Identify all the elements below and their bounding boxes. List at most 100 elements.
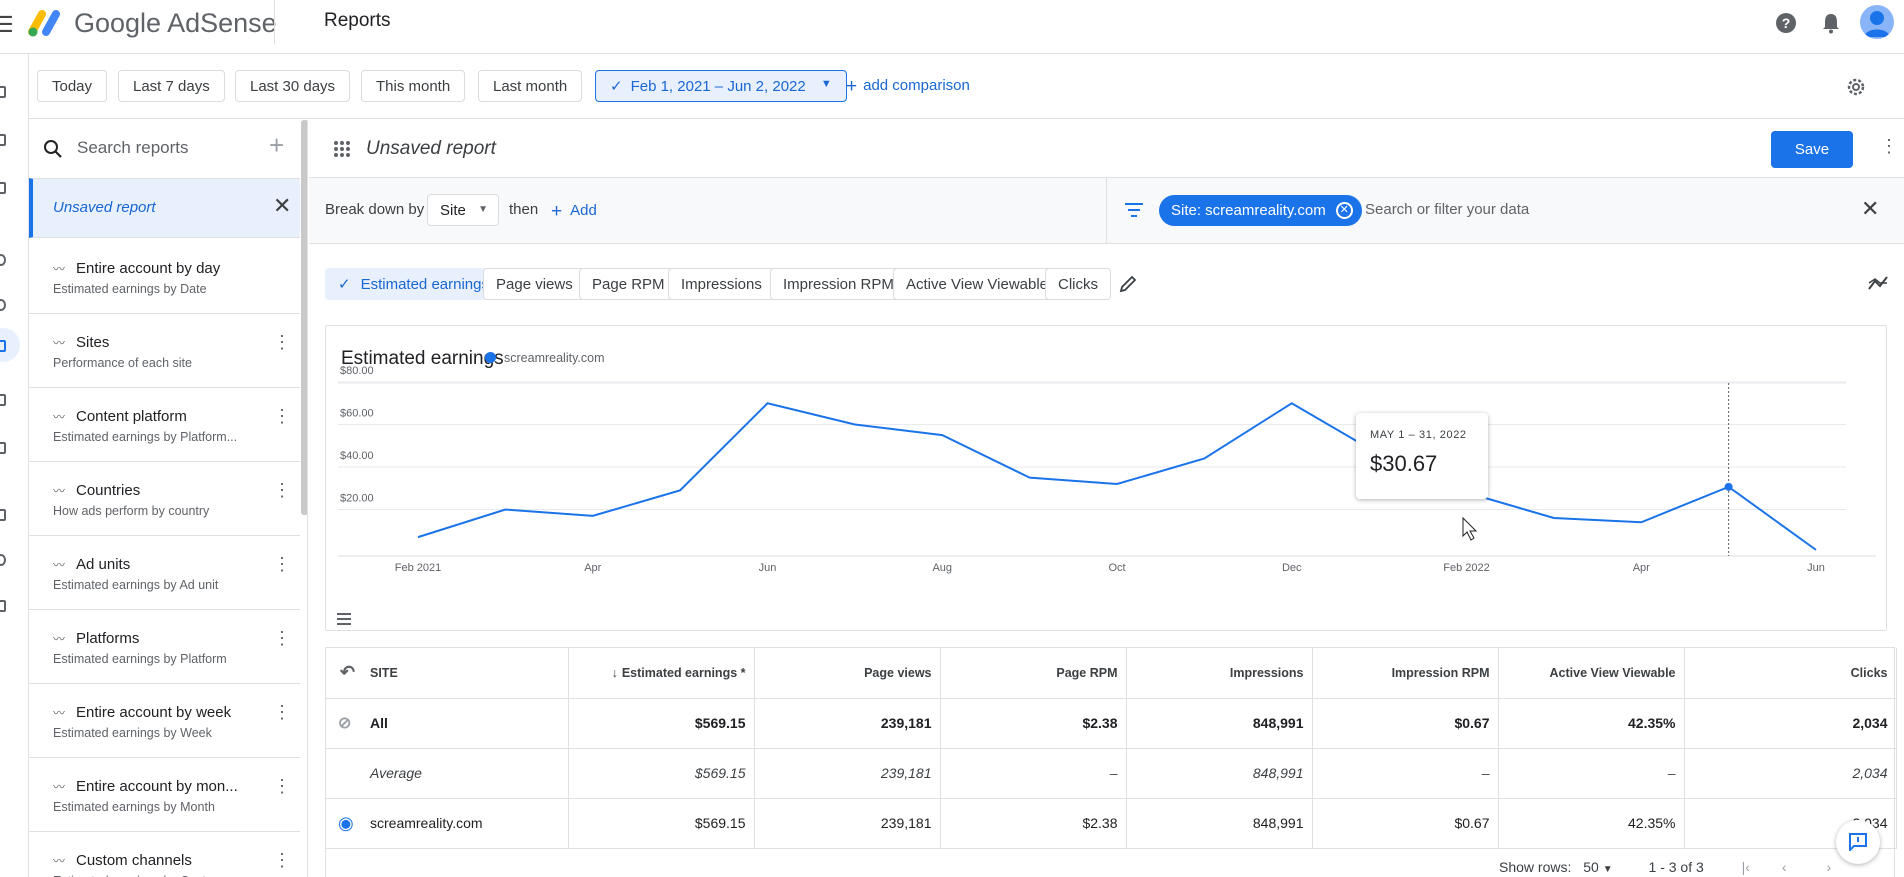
report-more-icon[interactable]: ⋮ (273, 555, 291, 573)
report-more-icon[interactable]: ⋮ (273, 851, 291, 869)
help-icon[interactable]: ? (1773, 10, 1799, 36)
col-header-page-views[interactable]: Page views (754, 648, 941, 699)
report-list-item[interactable]: 〰Custom channelsEstimated earnings by Cu… (29, 832, 300, 877)
account-avatar[interactable] (1860, 5, 1894, 39)
metric-impressions[interactable]: Impressions (668, 268, 775, 300)
col-header-active-view-viewable[interactable]: Active View Viewable (1498, 648, 1685, 699)
brand-divider (274, 0, 275, 44)
adsense-logo-icon (28, 10, 60, 37)
filter-icon[interactable] (1125, 203, 1143, 217)
add-breakdown-button[interactable]: + Add (551, 201, 597, 223)
table-row[interactable]: Average $569.15 239,181–848,991– –2,034 (326, 748, 1897, 799)
col-header-impression-rpm[interactable]: Impression RPM (1312, 648, 1499, 699)
col-header-impressions[interactable]: Impressions (1126, 648, 1313, 699)
col-header-estimated-earnings[interactable]: ↓ Estimated earnings * (568, 648, 755, 699)
report-more-icon[interactable]: ⋮ (273, 481, 291, 499)
chart-tooltip: MAY 1 – 31, 2022 $30.67 (1356, 413, 1488, 499)
report-more-icon[interactable]: ⋮ (273, 703, 291, 721)
report-more-icon[interactable]: ⋮ (273, 777, 291, 795)
remove-filter-icon[interactable]: ✕ (1335, 202, 1353, 219)
chart-table-view-icon[interactable] (337, 613, 351, 625)
date-preset-last-30-days[interactable]: Last 30 days (235, 70, 351, 102)
date-preset-last-7-days[interactable]: Last 7 days (118, 70, 225, 102)
chart-type-toggle-icon[interactable] (1868, 275, 1888, 291)
data-point[interactable] (1724, 482, 1733, 491)
edit-metrics-pencil-icon[interactable] (1119, 275, 1137, 293)
sites-icon[interactable] (0, 134, 6, 146)
hide-series-icon[interactable]: ⊘ (326, 715, 351, 732)
metric-page-rpm[interactable]: Page RPM (579, 268, 678, 300)
report-more-icon[interactable]: ⋮ (273, 407, 291, 425)
date-range-selector[interactable]: ✓ Feb 1, 2021 – Jun 2, 2022 ▼ (595, 70, 847, 102)
report-title[interactable]: Unsaved report (366, 138, 496, 160)
x-tick-label: Dec (1282, 562, 1302, 574)
apps-grid-icon[interactable] (333, 140, 351, 158)
ads-icon[interactable] (0, 182, 6, 194)
report-header: Unsaved report Save ⋮ (309, 120, 1904, 178)
col-header-site[interactable]: SITE (370, 648, 569, 699)
notifications-icon[interactable] (1818, 10, 1844, 36)
report-list-item[interactable]: 〰 Entire account by mon... Estimated earni… (29, 758, 300, 832)
report-list-item[interactable]: 〰 Ad units Estimated earnings by Ad unit ⋮ (29, 536, 300, 610)
x-tick-label: Feb 2022 (1443, 562, 1489, 574)
date-preset-this-month[interactable]: This month (361, 70, 466, 102)
first-page-icon[interactable]: |‹ (1742, 859, 1750, 875)
col-header-clicks[interactable]: Clicks (1684, 648, 1897, 699)
feedback-nav-icon[interactable] (0, 600, 6, 612)
settings-gear-icon[interactable] (1845, 76, 1867, 98)
metric-estimated-earnings[interactable]: ✓ Estimated earnings (325, 268, 502, 300)
privacy-icon[interactable] (0, 299, 6, 311)
undo-icon[interactable]: ↶ (326, 662, 355, 682)
clear-filters-icon[interactable]: ✕ (1861, 196, 1879, 222)
payments-icon[interactable] (0, 394, 6, 406)
chart-plot[interactable]: $20.00 $40.00 $60.00 $80.00 Feb 2021 Apr Jun Au… (326, 326, 1888, 632)
main-menu-icon[interactable]: ☰ (0, 12, 14, 38)
table-row[interactable]: ◉ screamreality.com $569.15 239,181 $2.38 848… (326, 798, 1897, 849)
mouse-cursor-icon (1462, 516, 1478, 541)
feedback-fab[interactable] (1836, 820, 1880, 864)
metric-impression-rpm[interactable]: Impression RPM (770, 268, 907, 300)
metric-clicks[interactable]: Clicks (1045, 268, 1111, 300)
series-line-earnings[interactable] (417, 402, 1817, 551)
home-icon[interactable] (0, 86, 6, 98)
visibility-eye-icon[interactable]: ◉ (326, 813, 354, 833)
search-input[interactable]: Search reports (77, 138, 189, 158)
reports-icon[interactable] (0, 340, 6, 352)
settings-nav-icon[interactable] (0, 554, 6, 566)
col-header-page-rpm[interactable]: Page RPM (940, 648, 1127, 699)
show-rows-label: Show rows: (1499, 859, 1572, 875)
breakdown-dimension-select[interactable]: Site ▼ (427, 194, 499, 226)
new-report-plus-icon[interactable]: + (269, 130, 284, 161)
rows-per-page-select[interactable]: 50 ▼ (1583, 859, 1612, 875)
report-list-item[interactable]: 〰 Platforms Estimated earnings by Platform… (29, 610, 300, 684)
metric-active-view-viewable[interactable]: Active View Viewable (893, 268, 1062, 300)
metric-page-views[interactable]: Page views (483, 268, 586, 300)
sidebar-scrollbar[interactable] (301, 120, 307, 515)
row-visibility-cell[interactable] (326, 748, 370, 799)
report-more-icon[interactable]: ⋮ (273, 629, 291, 647)
row-visibility-cell[interactable]: ⊘ (326, 698, 370, 749)
previous-page-icon[interactable]: ‹ (1782, 859, 1787, 875)
table-row[interactable]: ⊘ All $569.15 239,181 $2.38 848,991 $0.67 42.35… (326, 698, 1897, 749)
report-list-item[interactable]: 〰 Countries How ads perform by country ⋮ (29, 462, 300, 536)
date-preset-today[interactable]: Today (37, 70, 108, 102)
save-button[interactable]: Save (1771, 131, 1853, 168)
account-icon[interactable] (0, 442, 6, 454)
row-visibility-cell[interactable]: ◉ (326, 798, 370, 849)
brand-safety-icon[interactable] (0, 509, 6, 521)
site-filter-chip[interactable]: Site: screamreality.com ✕ (1159, 195, 1362, 226)
report-list-item[interactable]: 〰 Sites Performance of each site ⋮ (29, 314, 300, 388)
report-list-item[interactable]: 〰 Content platform Estimated earnings by P… (29, 388, 300, 462)
more-options-icon[interactable]: ⋮ (1880, 137, 1898, 155)
date-preset-last-month[interactable]: Last month (478, 70, 583, 102)
close-icon[interactable]: ✕ (273, 193, 291, 219)
add-comparison-button[interactable]: + add comparison (846, 76, 970, 98)
undo-icon-cell[interactable]: ↶ (326, 648, 370, 699)
filter-search-input[interactable]: Search or filter your data (1365, 201, 1529, 218)
report-list-item[interactable]: 〰 Entire account by week Estimated earning… (29, 684, 300, 758)
report-more-icon[interactable]: ⋮ (273, 333, 291, 351)
report-list-item[interactable]: 〰 Entire account by day Estimated earnings… (29, 240, 300, 314)
optimization-icon[interactable] (0, 254, 6, 266)
unsaved-report-item[interactable]: Unsaved report ✕ (29, 178, 300, 238)
next-page-icon[interactable]: › (1826, 859, 1831, 875)
